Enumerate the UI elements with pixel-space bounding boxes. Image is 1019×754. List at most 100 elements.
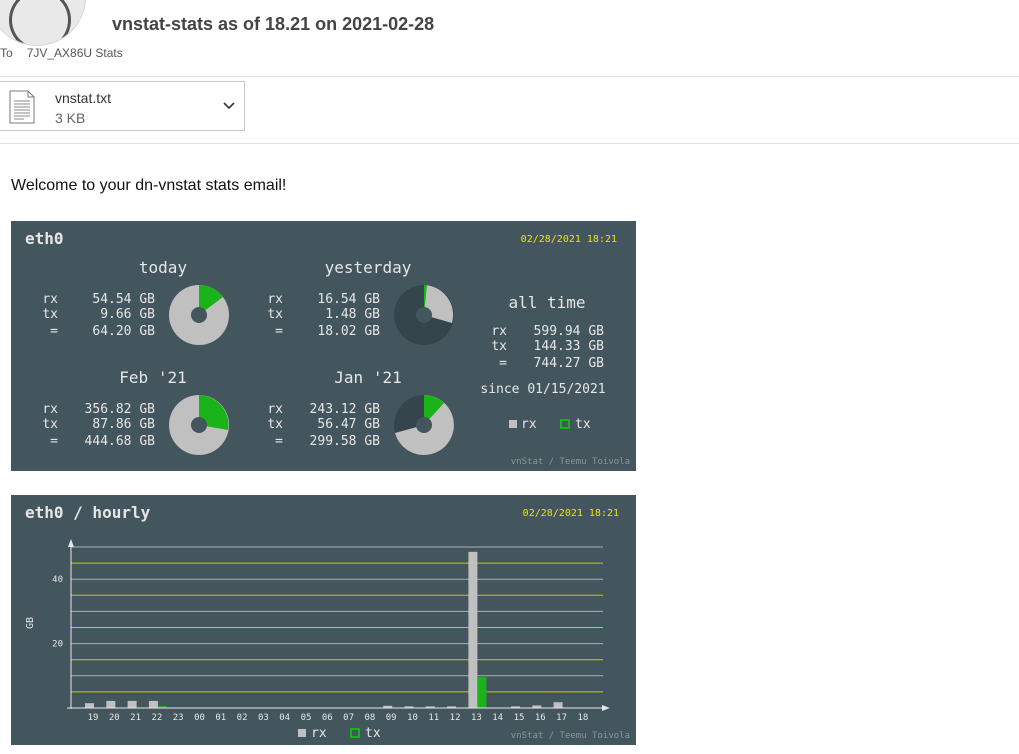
- y-axis-labels: 2040: [52, 575, 63, 649]
- rx-value: 54.54 GB: [92, 292, 155, 307]
- summary-graphic: eth0 02/28/2021 18:21 today rx tx = 54.5…: [25, 229, 630, 467]
- chart-bars: [85, 551, 563, 708]
- period-title: Feb '21: [119, 368, 186, 387]
- y-tick-label: 20: [52, 640, 63, 650]
- x-axis-arrow: [602, 705, 610, 711]
- hourly-image: eth0 / hourly 02/28/2021 18:21 19 20 21 22 2…: [11, 495, 636, 745]
- total-value: 744.27 GB: [534, 356, 605, 371]
- alltime-block: all time rx tx = 599.94 GB 144.33 GB 744…: [480, 293, 605, 432]
- x-tick-label: 19: [88, 713, 99, 723]
- period-today: today rx tx = 54.54 GB 9.66 GB 64.20 GB: [42, 258, 229, 345]
- tx-value: 87.86 GB: [92, 417, 155, 432]
- chart-grid: [71, 546, 603, 693]
- tx-bar: [477, 677, 487, 708]
- yesterday-pie-chart: [394, 284, 454, 345]
- x-tick-label: 09: [386, 713, 397, 723]
- summary-iface: eth0: [25, 229, 64, 248]
- summary-image: eth0 02/28/2021 18:21 today rx tx = 54.5…: [11, 221, 636, 471]
- rx-bar: [468, 551, 478, 708]
- total-value: 18.02 GB: [317, 324, 380, 339]
- period-yesterday: yesterday rx tx = 16.54 GB 1.48 GB 18.02…: [267, 258, 454, 345]
- summary-timestamp: 02/28/2021 18:21: [521, 234, 617, 245]
- total-label: =: [499, 356, 507, 371]
- recipient-line: To 7JV_AX86U Stats: [0, 46, 123, 60]
- total-label: =: [50, 324, 58, 339]
- sender-avatar: [0, 0, 86, 46]
- x-tick-label: 10: [407, 713, 418, 723]
- jan-pie-chart: [394, 395, 454, 455]
- tx-legend-label: tx: [575, 417, 591, 432]
- tx-value: 56.47 GB: [317, 417, 380, 432]
- attachment-filename: vnstat.txt: [55, 90, 112, 106]
- alltime-title: all time: [508, 293, 585, 312]
- rx-bar: [148, 700, 158, 708]
- total-label: =: [275, 434, 283, 449]
- x-tick-label: 05: [301, 713, 312, 723]
- x-tick-label: 13: [471, 713, 482, 723]
- x-tick-label: 06: [322, 713, 333, 723]
- tx-legend-swatch: [350, 728, 360, 738]
- feb-pie-chart: [169, 395, 229, 455]
- since-date: since 01/15/2021: [480, 382, 605, 397]
- summary-footer: vnStat / Teemu Toivola: [511, 457, 630, 467]
- rx-label: rx: [42, 402, 58, 417]
- tx-label: tx: [267, 307, 283, 322]
- total-value: 299.58 GB: [310, 434, 381, 449]
- x-tick-label: 07: [343, 713, 354, 723]
- rx-value: 599.94 GB: [534, 324, 605, 339]
- x-tick-label: 00: [194, 713, 205, 723]
- x-tick-label: 18: [577, 713, 588, 723]
- tx-legend-swatch: [560, 419, 570, 429]
- tx-label: tx: [491, 339, 507, 354]
- x-tick-label: 17: [556, 713, 567, 723]
- recipient-name[interactable]: 7JV_AX86U Stats: [27, 46, 123, 60]
- rx-legend-label: rx: [521, 417, 537, 432]
- hourly-timestamp: 02/28/2021 18:21: [523, 508, 619, 519]
- y-axis-arrow: [68, 539, 74, 547]
- rx-label: rx: [491, 324, 507, 339]
- tx-value: 1.48 GB: [325, 307, 380, 322]
- rx-value: 16.54 GB: [317, 292, 380, 307]
- x-tick-label: 01: [215, 713, 226, 723]
- period-title: yesterday: [325, 258, 412, 277]
- total-value: 64.20 GB: [92, 324, 155, 339]
- x-tick-label: 04: [279, 713, 290, 723]
- x-tick-label: 14: [492, 713, 503, 723]
- chevron-down-icon[interactable]: [222, 99, 236, 113]
- tx-value: 144.33 GB: [534, 339, 605, 354]
- x-axis-labels: 19 20 21 22 23 00 01 02 03 04 05 06 07 08 09 10 11 12 13 14…: [88, 713, 589, 723]
- rx-bar: [553, 702, 563, 708]
- period-title: Jan '21: [334, 368, 401, 387]
- rx-legend-swatch: [298, 729, 306, 737]
- period-month-previous: Jan '21 rx tx = 243.12 GB 56.47 GB 299.5…: [267, 368, 454, 455]
- rx-legend-label: rx: [311, 726, 327, 741]
- attachment-card[interactable]: vnstat.txt 3 KB: [0, 81, 245, 131]
- hourly-title: eth0 / hourly: [25, 503, 151, 522]
- rx-legend-swatch: [509, 420, 517, 428]
- period-title: today: [139, 258, 188, 277]
- tx-label: tx: [42, 417, 58, 432]
- x-tick-label: 22: [151, 713, 162, 723]
- y-axis-title: GB: [25, 617, 36, 629]
- rx-bar: [127, 700, 137, 708]
- rx-label: rx: [267, 402, 283, 417]
- x-tick-label: 23: [173, 713, 184, 723]
- today-pie-chart: [169, 285, 229, 345]
- email-subject: vnstat-stats as of 18.21 on 2021-02-28: [112, 14, 435, 34]
- tx-legend-label: tx: [365, 726, 381, 741]
- header-divider: [0, 76, 1019, 77]
- x-tick-label: 02: [237, 713, 248, 723]
- x-tick-label: 08: [364, 713, 375, 723]
- y-tick-label: 40: [52, 575, 63, 585]
- x-tick-label: 21: [130, 713, 141, 723]
- rx-bar: [85, 703, 94, 708]
- x-tick-label: 11: [428, 713, 439, 723]
- tx-value: 9.66 GB: [100, 307, 155, 322]
- x-tick-label: 16: [535, 713, 546, 723]
- total-label: =: [275, 324, 283, 339]
- rx-label: rx: [267, 292, 283, 307]
- to-label: To: [0, 46, 13, 60]
- welcome-text: Welcome to your dn-vnstat stats email!: [11, 177, 287, 194]
- hourly-chart: eth0 / hourly 02/28/2021 18:21 19 20 21 22 2…: [25, 503, 630, 741]
- rx-value: 356.82 GB: [85, 402, 156, 417]
